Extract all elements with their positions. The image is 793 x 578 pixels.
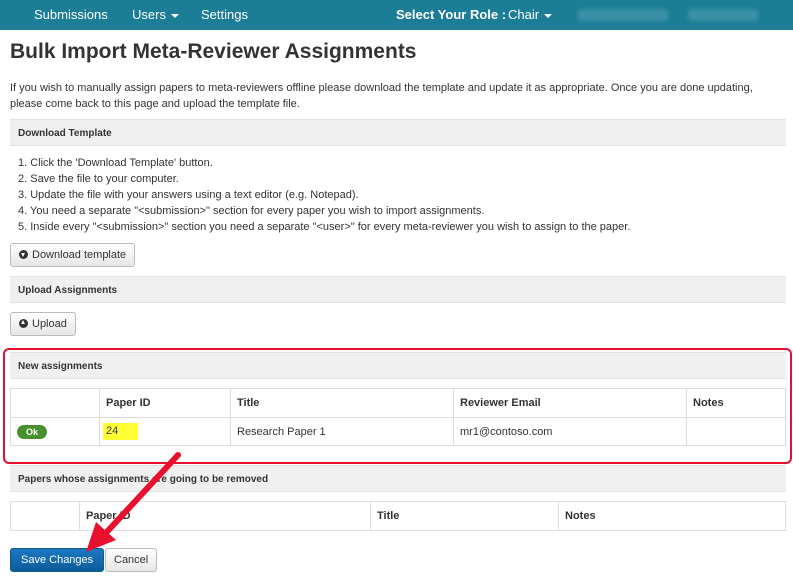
removed-assignments-table: Paper ID Title Notes: [10, 501, 786, 531]
instruction-step: 1. Click the 'Download Template' button.: [18, 157, 213, 169]
nav-users-label: Users: [132, 7, 166, 22]
upload-icon: [19, 319, 28, 328]
title-cell: Research Paper 1: [230, 417, 454, 446]
instruction-step: 3. Update the file with your answers usi…: [18, 189, 359, 201]
page-title: Bulk Import Meta-Reviewer Assignments: [10, 40, 417, 63]
role-value: Chair: [508, 7, 540, 22]
column-header-reviewer-email: Reviewer Email: [453, 388, 687, 418]
notes-cell: [686, 417, 786, 446]
paper-id-value: 24: [103, 423, 139, 440]
new-assignments-table: Paper ID Title Reviewer Email Notes Ok 2…: [10, 388, 786, 446]
intro-text: If you wish to manually assign papers to…: [10, 82, 753, 110]
instruction-step: 2. Save the file to your computer.: [18, 173, 179, 185]
status-cell: Ok: [10, 417, 100, 446]
cancel-button[interactable]: Cancel: [105, 548, 158, 572]
table-header-row: Paper ID Title Notes: [10, 501, 786, 531]
status-badge: Ok: [17, 424, 48, 439]
new-assignments-header: New assignments: [10, 352, 786, 379]
table-row: Ok 24 Research Paper 1 mr1@contoso.com: [10, 417, 786, 446]
chevron-down-icon: [544, 13, 553, 18]
download-template-button[interactable]: Download template: [10, 243, 136, 267]
column-header-title: Title: [230, 388, 454, 418]
instruction-list: 1. Click the 'Download Template' button.…: [18, 155, 630, 235]
role-label: Select Your Role :: [396, 7, 507, 22]
nav-submissions[interactable]: Submissions: [34, 0, 108, 30]
top-navbar: Submissions Users Settings Select Your R…: [0, 0, 793, 30]
role-dropdown[interactable]: Chair: [508, 0, 553, 30]
upload-button[interactable]: Upload: [10, 312, 76, 336]
save-changes-button[interactable]: Save Changes: [10, 548, 105, 572]
download-template-label: Download template: [32, 249, 127, 261]
column-header-paper-id: Paper ID: [99, 388, 231, 418]
column-header-notes: Notes: [686, 388, 786, 418]
signout-link[interactable]: [688, 9, 758, 21]
instruction-step: 4. You need a separate "<submission>" se…: [18, 205, 485, 217]
upload-label: Upload: [32, 318, 67, 330]
nav-settings[interactable]: Settings: [201, 0, 248, 30]
download-section-header: Download Template: [10, 119, 786, 146]
removed-section-header: Papers whose assignments are going to be…: [10, 465, 786, 492]
nav-users[interactable]: Users: [132, 0, 179, 30]
upload-section-header: Upload Assignments: [10, 276, 786, 303]
download-icon: [19, 250, 28, 259]
paper-id-cell: 24: [99, 417, 231, 446]
column-header-status: [10, 388, 100, 418]
column-header-paper-id: Paper ID: [79, 501, 371, 531]
column-header-notes: Notes: [558, 501, 786, 531]
table-header-row: Paper ID Title Reviewer Email Notes: [10, 388, 786, 418]
user-menu[interactable]: [578, 9, 668, 21]
email-cell: mr1@contoso.com: [453, 417, 687, 446]
column-header-title: Title: [370, 501, 559, 531]
chevron-down-icon: [170, 13, 179, 18]
column-header-status: [10, 501, 80, 531]
instruction-step: 5. Inside every "<submission>" section y…: [18, 221, 631, 233]
